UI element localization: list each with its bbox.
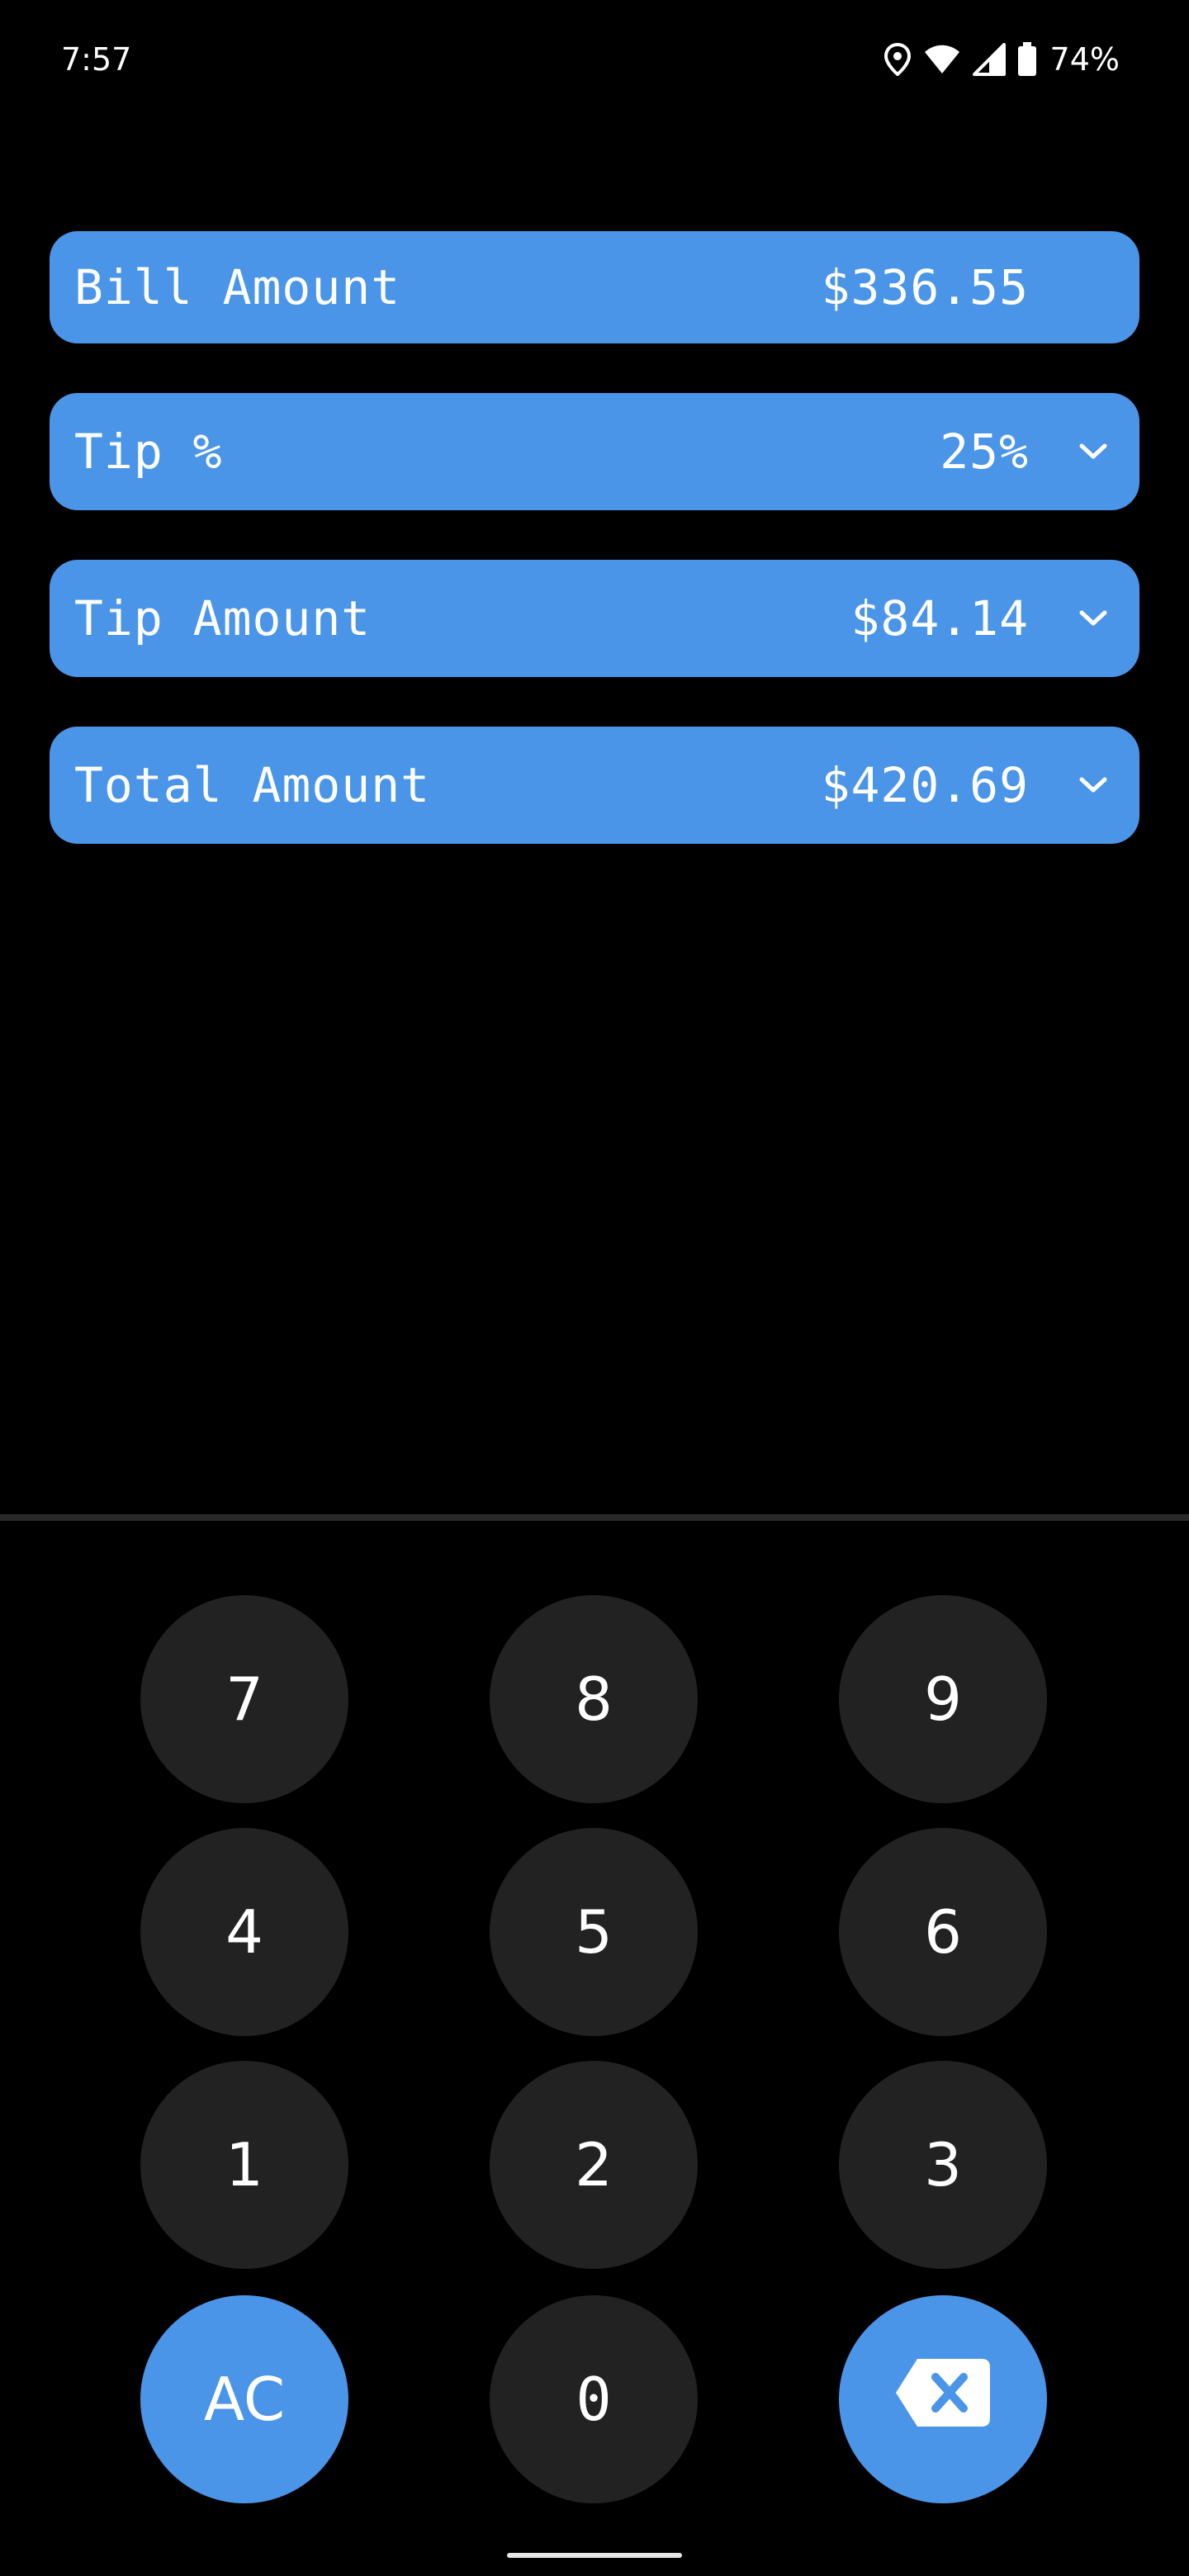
backspace-button[interactable] — [839, 2295, 1047, 2503]
clear-button[interactable]: AC — [140, 2295, 348, 2503]
tip-amount-value: $84.14 — [850, 590, 1029, 646]
tip-percent-value: 25% — [940, 424, 1029, 480]
key-8[interactable]: 8 — [490, 1595, 698, 1803]
key-2[interactable]: 2 — [490, 2061, 698, 2269]
total-amount-label: Total Amount — [74, 757, 431, 813]
tip-percent-field[interactable]: Tip % 25% — [50, 393, 1139, 510]
battery-icon — [1017, 42, 1037, 77]
chevron-down-icon[interactable] — [1072, 560, 1115, 677]
total-amount-field[interactable]: Total Amount $420.69 — [50, 727, 1139, 844]
chevron-down-icon[interactable] — [1072, 727, 1115, 844]
home-indicator[interactable] — [507, 2553, 682, 2558]
wifi-icon — [923, 44, 961, 75]
battery-percent: 74% — [1049, 41, 1120, 78]
tip-amount-label: Tip Amount — [74, 590, 372, 646]
status-bar: 7:57 74% — [0, 0, 1189, 116]
bill-amount-value: $336.55 — [821, 259, 1029, 315]
key-0[interactable]: 0 — [490, 2295, 698, 2503]
bill-amount-field[interactable]: Bill Amount $336.55 — [50, 231, 1139, 343]
key-9[interactable]: 9 — [839, 1595, 1047, 1803]
key-7[interactable]: 7 — [140, 1595, 348, 1803]
bill-amount-label: Bill Amount — [74, 259, 401, 315]
tip-percent-label: Tip % — [74, 424, 223, 480]
location-icon — [883, 43, 912, 76]
keypad-divider — [0, 1514, 1189, 1521]
key-6[interactable]: 6 — [839, 1828, 1047, 2036]
key-1[interactable]: 1 — [140, 2061, 348, 2269]
chevron-down-icon[interactable] — [1072, 393, 1115, 510]
signal-icon — [972, 43, 1006, 76]
key-4[interactable]: 4 — [140, 1828, 348, 2036]
status-time: 7:57 — [61, 41, 132, 78]
tip-amount-field[interactable]: Tip Amount $84.14 — [50, 560, 1139, 677]
backspace-icon — [893, 2356, 993, 2444]
key-3[interactable]: 3 — [839, 2061, 1047, 2269]
key-5[interactable]: 5 — [490, 1828, 698, 2036]
status-icons: 74% — [883, 36, 1120, 83]
total-amount-value: $420.69 — [821, 757, 1029, 813]
